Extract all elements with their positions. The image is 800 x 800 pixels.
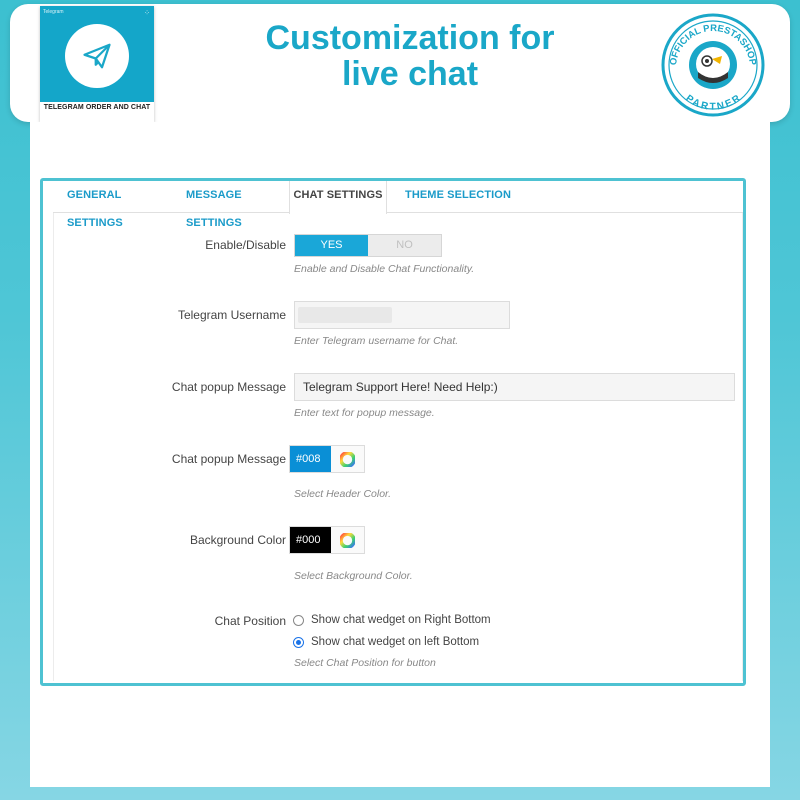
module-logo: Telegram ⁘ TELEGRAM ORDER AND CHAT xyxy=(40,6,154,122)
tab-general-settings[interactable]: GENERAL SETTINGS xyxy=(67,181,177,229)
toggle-no-option[interactable]: NO xyxy=(368,235,441,256)
position-option-right-bottom[interactable]: Show chat wedget on Right Bottom xyxy=(293,614,491,626)
background-color-help-text: Select Background Color. xyxy=(294,570,413,582)
background-color-label: Background Color xyxy=(189,533,286,547)
color-wheel-icon[interactable] xyxy=(331,527,364,553)
header-color-help-text: Select Header Color. xyxy=(294,488,392,500)
radio-right-bottom-label: Show chat wedget on Right Bottom xyxy=(311,614,491,626)
page-headline: Customization for live chat xyxy=(200,20,620,92)
enable-disable-label: Enable/Disable xyxy=(205,238,286,252)
position-option-left-bottom[interactable]: Show chat wedget on left Bottom xyxy=(293,636,479,648)
popup-message-label: Chat popup Message xyxy=(171,380,286,394)
logo-circle xyxy=(65,24,129,88)
background-color-swatch[interactable]: #000 xyxy=(290,527,331,553)
settings-tabs: GENERAL SETTINGS MESSAGE SETTINGS CHAT S… xyxy=(53,181,743,229)
logo-caption: TELEGRAM ORDER AND CHAT xyxy=(43,104,151,111)
username-help-text: Enter Telegram username for Chat. xyxy=(294,335,459,347)
prestashop-partner-badge: OFFICIAL PRESTASHOP PARTNER xyxy=(661,13,765,117)
tab-content-area xyxy=(53,213,743,681)
telegram-username-label: Telegram Username xyxy=(177,308,286,322)
headline-line-1: Customization for xyxy=(265,19,555,57)
header-color-picker[interactable]: #008 xyxy=(289,445,365,473)
chat-position-help-text: Select Chat Position for button xyxy=(294,657,436,669)
header-color-label: Chat popup Message xyxy=(171,452,286,466)
headline-line-2: live chat xyxy=(341,55,479,93)
enable-help-text: Enable and Disable Chat Functionality. xyxy=(294,263,475,275)
redacted-username xyxy=(298,307,392,323)
popup-message-input[interactable]: Telegram Support Here! Need Help:) xyxy=(294,373,735,401)
logo-dots-icon: ⁘ xyxy=(144,10,150,17)
tab-theme-selection[interactable]: THEME SELECTION xyxy=(405,181,515,213)
chat-position-label: Chat Position xyxy=(214,614,286,628)
paper-plane-icon xyxy=(83,43,111,69)
radio-right-bottom[interactable] xyxy=(293,614,304,626)
toggle-yes-option[interactable]: YES xyxy=(295,235,368,256)
enable-toggle[interactable]: YES NO xyxy=(294,234,442,257)
color-wheel-icon[interactable] xyxy=(331,446,364,472)
radio-left-bottom[interactable] xyxy=(293,636,304,648)
logo-background: Telegram ⁘ xyxy=(40,6,154,102)
radio-left-bottom-label: Show chat wedget on left Bottom xyxy=(311,636,480,648)
tab-chat-settings[interactable]: CHAT SETTINGS xyxy=(289,181,387,214)
background-color-picker[interactable]: #000 xyxy=(289,526,365,554)
header-color-swatch[interactable]: #008 xyxy=(290,446,331,472)
logo-mini-text: Telegram xyxy=(43,9,64,15)
popup-message-help-text: Enter text for popup message. xyxy=(294,407,435,419)
tab-message-settings[interactable]: MESSAGE SETTINGS xyxy=(186,181,296,229)
